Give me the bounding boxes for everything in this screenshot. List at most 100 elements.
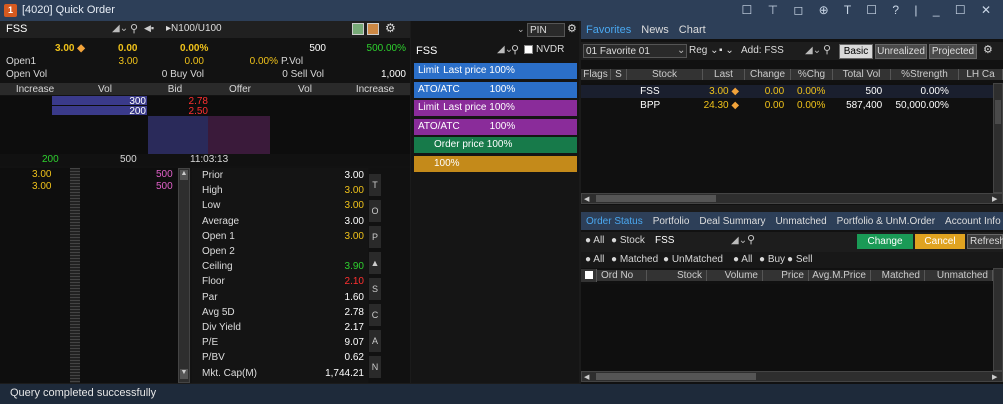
col-lh[interactable]: LH Ca (959, 68, 1003, 80)
info-row: Div Yield 2.17 (192, 322, 368, 335)
nvdr-label: NVDR (536, 44, 565, 55)
col-matched[interactable]: Matched (871, 269, 925, 281)
tab-order-status[interactable]: Order Status (581, 214, 648, 229)
info-row: Par 1.60 (192, 292, 368, 305)
side-tab[interactable]: C (369, 304, 381, 326)
order-settings-icon[interactable]: ⚙ (567, 22, 577, 35)
layout-icon[interactable] (352, 23, 364, 35)
dropdown-arrow-icon[interactable]: ◢⌄ (112, 23, 128, 34)
change-order-button[interactable]: Change (857, 234, 913, 249)
side-tab[interactable]: ▲ (369, 252, 381, 274)
favorites-settings-icon[interactable]: ⚙ (983, 43, 993, 56)
window-controls[interactable]: ☐ ⊤ ◻ ⊕ T ☐ ? | _ ☐ ✕ (742, 3, 998, 17)
favorite-list-select[interactable]: 01 Favorite 01 (583, 44, 687, 58)
add-search-icon[interactable]: ⚲ (823, 43, 831, 56)
side-tab[interactable]: S (369, 278, 381, 300)
favorite-list-dropdown-icon[interactable]: ⌄ (677, 45, 685, 56)
tick-row[interactable]: 3.00 500 (0, 181, 180, 192)
bid-row[interactable]: 300 2.78 (100, 96, 280, 107)
view-mode-icon[interactable]: ▪ ⌄ (719, 45, 734, 56)
last-price: 3.00 ◆ (55, 43, 85, 54)
add-symbol-label[interactable]: Add: FSS (741, 45, 784, 56)
filter-stock-radio[interactable]: ● Stock (611, 235, 645, 246)
info-label: Low (202, 200, 221, 212)
side-tab[interactable]: N (369, 356, 381, 378)
projected-view-button[interactable]: Projected (929, 44, 977, 59)
tab-chart[interactable]: Chart (674, 22, 711, 38)
side-tab[interactable]: T (369, 174, 381, 196)
tab-unmatched[interactable]: Unmatched (771, 214, 832, 229)
pin-dropdown-icon[interactable]: ⌄ (517, 24, 525, 35)
quick-order-button[interactable]: 100% (414, 155, 577, 172)
filter-buy-radio[interactable]: ● Buy (759, 254, 785, 265)
nvdr-checkbox[interactable] (524, 45, 533, 54)
select-all-checkbox[interactable] (581, 268, 597, 282)
cancel-order-button[interactable]: Cancel (915, 234, 965, 249)
col-price[interactable]: Price (763, 269, 809, 281)
window-icon[interactable] (367, 23, 379, 35)
col-unmatched[interactable]: Unmatched (925, 269, 993, 281)
side-tab[interactable]: A (369, 330, 381, 352)
pin-field[interactable]: PIN (527, 23, 565, 37)
col-s[interactable]: S (611, 68, 627, 80)
info-row: Open 2 (192, 246, 368, 259)
quick-order-button[interactable]: ATO/ATC 100% (414, 81, 577, 98)
tab-favorites[interactable]: Favorites (581, 22, 636, 38)
filter-all-radio[interactable]: ● All (585, 235, 604, 246)
filter-matched-radio[interactable]: ● Matched (611, 254, 658, 265)
tab-portfolio[interactable]: Portfolio (648, 214, 695, 229)
bidoffer-header: Increase Vol Bid Offer Vol Increase (0, 83, 410, 95)
quick-order-button[interactable]: Limit Last price 100% (414, 100, 577, 116)
col-change[interactable]: Change (745, 68, 791, 80)
basic-view-button[interactable]: Basic (839, 44, 873, 59)
favorites-hscrollbar[interactable]: ◀ ▶ (581, 193, 1003, 204)
col-pchg[interactable]: %Chg (791, 68, 833, 80)
col-strength[interactable]: %Strength (891, 68, 959, 80)
favorites-vscrollbar[interactable] (993, 83, 1003, 193)
settings-gear-icon[interactable]: ⚙ (385, 21, 396, 35)
add-dropdown-icon[interactable]: ◢⌄ (805, 45, 821, 56)
filter-sell-radio[interactable]: ● Sell (787, 254, 813, 265)
col-flags[interactable]: Flags (581, 68, 611, 80)
tab-portfolio-unm-order[interactable]: Portfolio & UnM.Order (832, 214, 940, 229)
filter-unmatched-radio[interactable]: ● UnMatched (663, 254, 723, 265)
favorite-row[interactable]: FSS 3.00 ◆ 0.00 0.00% 500 0.00% (581, 85, 995, 98)
orders-hscrollbar[interactable]: ◀ ▶ (581, 371, 1003, 382)
favorite-row[interactable]: BPP 24.30 ◆ 0.00 0.00% 587,400 50,000.00% (581, 99, 995, 112)
order-stock-dropdown-icon[interactable]: ◢⌄ (731, 235, 747, 246)
reg-select[interactable]: Reg ⌄ (689, 45, 719, 56)
col-stock[interactable]: Stock (627, 68, 703, 80)
tick-row[interactable]: 3.00 500 (0, 169, 180, 180)
col-order-stock[interactable]: Stock (647, 269, 707, 281)
filter-all-match-radio[interactable]: ● All (585, 254, 604, 265)
tick-scrollbar[interactable]: ▲ ▼ (178, 168, 190, 383)
col-last[interactable]: Last (703, 68, 745, 80)
symbol-label[interactable]: FSS (6, 23, 27, 35)
order-search-icon[interactable]: ⚲ (511, 43, 519, 56)
unrealized-view-button[interactable]: Unrealized (875, 44, 927, 59)
search-icon[interactable]: ⚲ (130, 22, 138, 35)
filter-all-side-radio[interactable]: ● All (733, 254, 752, 265)
tab-account-info[interactable]: Account Info (940, 214, 1003, 229)
orders-vscrollbar[interactable] (993, 268, 1003, 371)
quick-order-button[interactable]: Limit Last price 100% (414, 63, 577, 79)
quick-order-button[interactable]: ATO/ATC 100% (414, 118, 577, 135)
col-avg-m-price[interactable]: Avg.M.Price (809, 269, 871, 281)
col-total-vol[interactable]: Total Vol (833, 68, 891, 80)
tab-news[interactable]: News (636, 22, 674, 38)
col-volume[interactable]: Volume (707, 269, 763, 281)
info-value: 3.00 (344, 185, 364, 197)
order-search-icon2[interactable]: ⚲ (747, 233, 755, 246)
order-symbol[interactable]: FSS (416, 45, 437, 57)
refresh-button[interactable]: Refresh (967, 234, 1003, 249)
speaker-icon[interactable]: ◀▪ (144, 23, 154, 34)
quick-order-button[interactable]: Order price 100% (414, 137, 577, 153)
order-stock-input[interactable]: FSS (655, 235, 674, 246)
info-label: Avg 5D (202, 306, 235, 318)
side-tab[interactable]: P (369, 226, 381, 248)
tab-deal-summary[interactable]: Deal Summary (694, 214, 770, 229)
side-tab[interactable]: O (369, 200, 381, 222)
col-ord-no[interactable]: Ord No (597, 269, 647, 281)
bid-row[interactable]: 200 2.50 (100, 106, 280, 117)
info-value: 3.00 (344, 200, 364, 212)
